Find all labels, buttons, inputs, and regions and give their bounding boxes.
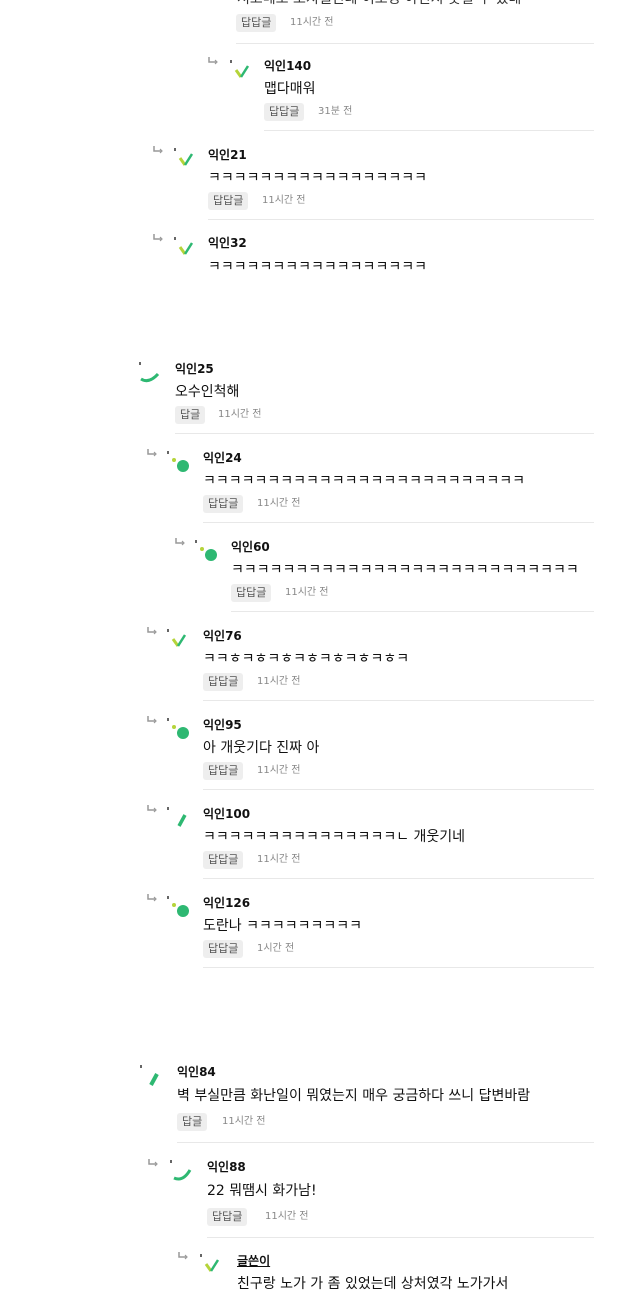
avatar-icon (167, 451, 189, 472)
comment-time: 11시간 전 (257, 854, 301, 865)
comment-nickname[interactable]: 익인24 (203, 449, 242, 466)
comment-nickname[interactable]: 익인95 (203, 716, 242, 733)
reply-arrow-icon (147, 627, 157, 635)
comment-time: 11시간 전 (262, 195, 306, 206)
comment-nickname[interactable]: 익인84 (177, 1063, 216, 1080)
comment-time: 1시간 전 (257, 943, 295, 954)
reply-button[interactable]: 답답글 (203, 495, 244, 513)
avatar-icon (139, 362, 160, 383)
comment-text: 도란나 ㅋㅋㅋㅋㅋㅋㅋㅋㅋ (203, 918, 363, 934)
comment-nickname[interactable]: 익인76 (203, 627, 242, 644)
reply-arrow-icon (153, 234, 163, 242)
divider (231, 611, 594, 612)
reply-button[interactable]: 답답글 (203, 940, 244, 958)
comment-time: 11시간 전 (218, 409, 262, 420)
comment-time: 11시간 전 (257, 498, 301, 509)
reply-button[interactable]: 답글 (175, 406, 206, 424)
avatar-icon (167, 807, 187, 827)
comment-text: ㅋㅋㅋㅋㅋㅋㅋㅋㅋㅋㅋㅋㅋㅋㅋㅋㅋ (208, 259, 427, 275)
comment-time: 11시간 전 (257, 765, 301, 776)
avatar-icon (230, 60, 250, 78)
comment-text: ㅋㅋㅋㅋㅋㅋㅋㅋㅋㅋㅋㅋㅋㅋㅋㅋㅋㅋㅋㅋㅋㅋㅋㅋㅋㅋㅋ (231, 562, 579, 578)
comment-text: 아 개웃기다 진짜 아 (203, 740, 320, 756)
comment-text: ㅋㅋㅎㅋㅎㅋㅎㅋㅎㅋㅎㅋㅎㅋㅎㅋ (203, 651, 410, 667)
comment-time: 11시간 전 (265, 1211, 309, 1222)
reply-arrow-icon (147, 449, 157, 457)
avatar-icon (200, 1254, 220, 1272)
comment-nickname[interactable]: 익인88 (207, 1158, 246, 1175)
comment-text: ㅋㅋㅋㅋㅋㅋㅋㅋㅋㅋㅋㅋㅋㅋㅋㅋㅋ (208, 170, 427, 186)
reply-button[interactable]: 답답글 (231, 584, 272, 602)
divider (264, 130, 594, 131)
avatar-icon (174, 237, 194, 255)
reply-button[interactable]: 답답글 (208, 192, 249, 210)
reply-button[interactable]: 답답글 (203, 673, 244, 691)
reply-button[interactable]: 답답글 (236, 14, 277, 32)
divider (203, 522, 594, 523)
divider (177, 1142, 594, 1143)
reply-button[interactable]: 답글 (177, 1113, 208, 1131)
comment-nickname[interactable]: 익인60 (231, 538, 270, 555)
divider (203, 789, 594, 790)
divider (175, 433, 594, 434)
divider (203, 700, 594, 701)
avatar-icon (170, 1160, 192, 1181)
comment-text: 오수인척해 (175, 384, 240, 400)
divider (236, 43, 594, 44)
avatar-icon (167, 718, 189, 739)
reply-button[interactable]: 답답글 (203, 851, 244, 869)
divider (203, 967, 594, 968)
comment-text: 친구랑 노가 가 좀 있었는데 상처였각 노가가서 (237, 1276, 509, 1292)
reply-arrow-icon (208, 57, 218, 65)
comment-nickname[interactable]: 익인21 (208, 146, 247, 163)
comment-text: 맵다매워 (264, 81, 316, 97)
comment-text: ㅋㅋㅋㅋㅋㅋㅋㅋㅋㅋㅋㅋㅋㅋㅋㅋㅋㅋㅋㅋㅋㅋㅋㅋㅋ (203, 473, 525, 489)
reply-arrow-icon (153, 146, 163, 154)
reply-arrow-icon (147, 894, 157, 902)
avatar-icon (174, 148, 194, 166)
comment-text: 22 뭐땜시 화가남! (207, 1183, 317, 1199)
comment-time: 11시간 전 (290, 17, 334, 28)
avatar-icon (195, 540, 217, 561)
divider (207, 1237, 594, 1238)
reply-button[interactable]: 답답글 (207, 1208, 248, 1226)
comment-time: 11시간 전 (285, 587, 329, 598)
reply-button[interactable]: 답답글 (264, 103, 305, 121)
comment-nickname-author[interactable]: 글쓴이 (237, 1252, 270, 1269)
reply-arrow-icon (175, 538, 185, 546)
comment-text: 벽 부실만큼 화난일이 뭐였는지 매우 궁금하다 쓰니 답변바람 (177, 1088, 531, 1104)
comment-time: 11시간 전 (257, 676, 301, 687)
comment-text: ㅋㅋㅋㅋㅋㅋㅋㅋㅋㅋㅋㅋㅋㅋㅋㄴ 개웃기네 (203, 829, 466, 845)
divider (208, 219, 594, 220)
comment-nickname[interactable]: 익인25 (175, 360, 214, 377)
comment-nickname[interactable]: 익인126 (203, 894, 250, 911)
reply-arrow-icon (147, 805, 157, 813)
reply-arrow-icon (148, 1159, 158, 1167)
comment-nickname[interactable]: 익인100 (203, 805, 250, 822)
avatar-icon (167, 629, 187, 647)
avatar-icon (140, 1065, 159, 1086)
comment-nickname[interactable]: 익인32 (208, 234, 247, 251)
reply-arrow-icon (178, 1252, 188, 1260)
comment-time: 11시간 전 (222, 1116, 266, 1127)
avatar-icon (167, 896, 189, 917)
comment-text: 서코메오 오지겔인데 이오징 아진지 웃길 수 였네 (237, 0, 521, 8)
reply-button[interactable]: 답답글 (203, 762, 244, 780)
divider (203, 878, 594, 879)
reply-arrow-icon (147, 716, 157, 724)
comment-time: 31분 전 (318, 106, 353, 117)
comment-nickname[interactable]: 익인140 (264, 57, 311, 74)
